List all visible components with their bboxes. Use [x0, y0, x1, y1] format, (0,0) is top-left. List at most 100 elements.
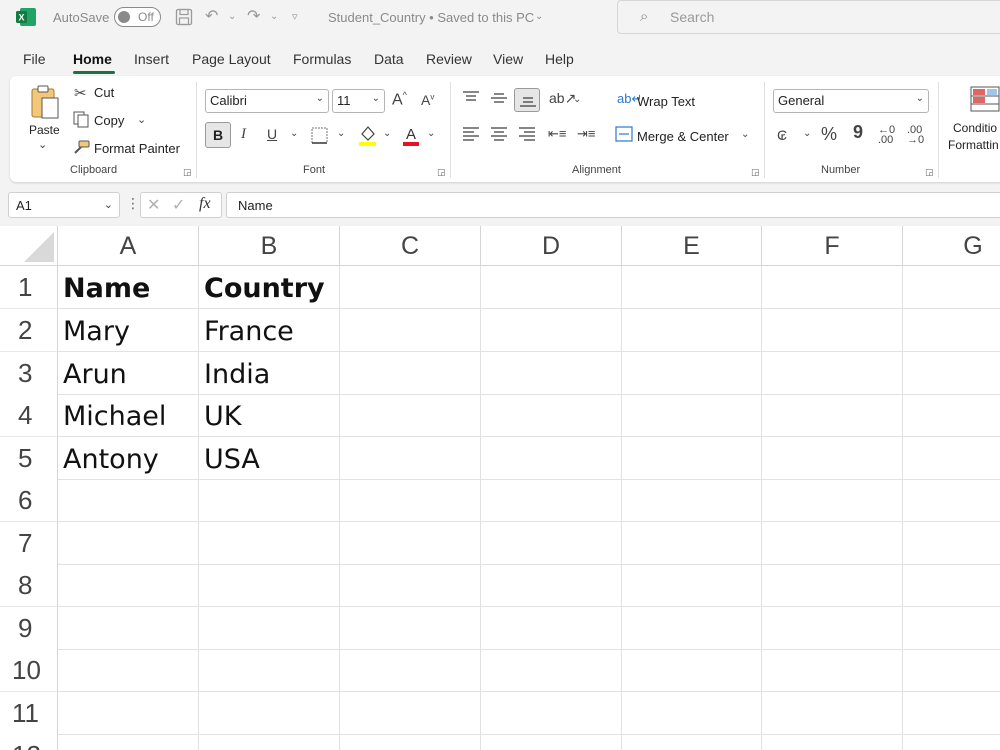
- tab-home[interactable]: Home: [73, 51, 112, 67]
- cell-a5[interactable]: Antony: [58, 437, 199, 480]
- cell-d1[interactable]: [481, 266, 622, 309]
- formula-input[interactable]: Name: [226, 192, 1000, 218]
- cell-f7[interactable]: [762, 522, 903, 565]
- cell-b3[interactable]: India: [199, 352, 340, 395]
- cell-f11[interactable]: [762, 692, 903, 735]
- format-painter-icon[interactable]: [72, 139, 91, 155]
- cell-c7[interactable]: [340, 522, 481, 565]
- row-header-4[interactable]: 4: [0, 394, 58, 437]
- cell-e5[interactable]: [622, 437, 762, 480]
- cell-a2[interactable]: Mary: [58, 309, 199, 352]
- decrease-font-size-icon[interactable]: Av: [421, 92, 434, 108]
- cut-button[interactable]: Cut: [94, 85, 114, 100]
- borders-dropdown-icon[interactable]: ⌄: [337, 128, 345, 139]
- cell-a7[interactable]: [58, 522, 199, 565]
- number-launcher-icon[interactable]: ◲: [925, 167, 934, 178]
- row-header-11[interactable]: 11: [0, 692, 58, 735]
- cell-e9[interactable]: [622, 607, 762, 650]
- row-header-9[interactable]: 9: [0, 607, 58, 650]
- cell-b4[interactable]: UK: [199, 394, 340, 437]
- cell-a3[interactable]: Arun: [58, 352, 199, 395]
- cell-a10[interactable]: [58, 649, 199, 692]
- cell-a6[interactable]: [58, 479, 199, 522]
- cell-e6[interactable]: [622, 479, 762, 522]
- italic-button[interactable]: I: [241, 126, 246, 143]
- orientation-dropdown-icon[interactable]: ⌄: [573, 94, 581, 105]
- cell-d10[interactable]: [481, 649, 622, 692]
- underline-dropdown-icon[interactable]: ⌄: [290, 128, 298, 139]
- enter-icon[interactable]: ✓: [172, 195, 185, 215]
- tab-insert[interactable]: Insert: [134, 51, 169, 67]
- align-right-icon[interactable]: [518, 127, 536, 141]
- tab-data[interactable]: Data: [374, 51, 404, 67]
- row-header-3[interactable]: 3: [0, 352, 58, 395]
- conditional-formatting-label-1[interactable]: Conditio: [953, 121, 997, 135]
- cell-b12[interactable]: [199, 734, 340, 750]
- borders-icon[interactable]: [311, 127, 328, 144]
- cell-c5[interactable]: [340, 437, 481, 480]
- redo-dropdown-icon[interactable]: ⌄: [270, 11, 278, 22]
- top-align-icon[interactable]: [462, 91, 480, 105]
- select-all-button[interactable]: [0, 226, 58, 266]
- merge-center-icon[interactable]: [615, 126, 633, 142]
- cell-d11[interactable]: [481, 692, 622, 735]
- conditional-formatting-icon[interactable]: [970, 86, 1000, 112]
- font-launcher-icon[interactable]: ◲: [437, 167, 446, 178]
- column-header-a[interactable]: A: [58, 226, 199, 266]
- cell-f5[interactable]: [762, 437, 903, 480]
- bold-button[interactable]: B: [205, 122, 231, 148]
- cell-b10[interactable]: [199, 649, 340, 692]
- fill-color-dropdown-icon[interactable]: ⌄: [383, 128, 391, 139]
- bottom-align-button[interactable]: [514, 88, 540, 112]
- undo-dropdown-icon[interactable]: ⌄: [228, 11, 236, 22]
- cell-g7[interactable]: [903, 522, 1000, 565]
- cell-d9[interactable]: [481, 607, 622, 650]
- font-size-combo[interactable]: 11 ⌄: [332, 89, 385, 113]
- tab-review[interactable]: Review: [426, 51, 472, 67]
- undo-icon[interactable]: ↶: [205, 6, 218, 26]
- tab-formulas[interactable]: Formulas: [293, 51, 351, 67]
- tab-help[interactable]: Help: [545, 51, 574, 67]
- cell-c6[interactable]: [340, 479, 481, 522]
- tab-file[interactable]: File: [23, 51, 46, 67]
- cell-a8[interactable]: [58, 564, 199, 607]
- column-header-e[interactable]: E: [622, 226, 762, 266]
- cell-e3[interactable]: [622, 352, 762, 395]
- cell-c12[interactable]: [340, 734, 481, 750]
- cell-b9[interactable]: [199, 607, 340, 650]
- insert-function-icon[interactable]: fx: [199, 195, 211, 213]
- cell-b2[interactable]: France: [199, 309, 340, 352]
- cell-d5[interactable]: [481, 437, 622, 480]
- decrease-decimal-icon[interactable]: .00 →0: [907, 125, 924, 146]
- name-box[interactable]: A1 ⌄: [8, 192, 120, 218]
- cell-a1[interactable]: Name: [58, 266, 199, 309]
- font-name-combo[interactable]: Calibri ⌄: [205, 89, 329, 113]
- cell-e8[interactable]: [622, 564, 762, 607]
- merge-center-button[interactable]: Merge & Center: [637, 129, 729, 144]
- cell-f4[interactable]: [762, 394, 903, 437]
- title-dropdown-icon[interactable]: ⌄: [535, 11, 543, 22]
- middle-align-icon[interactable]: [490, 91, 508, 105]
- redo-icon[interactable]: ↷: [247, 6, 260, 26]
- cell-e11[interactable]: [622, 692, 762, 735]
- cell-g6[interactable]: [903, 479, 1000, 522]
- align-center-icon[interactable]: [490, 127, 508, 141]
- clipboard-launcher-icon[interactable]: ◲: [183, 167, 192, 178]
- copy-icon[interactable]: [73, 111, 90, 128]
- cell-f12[interactable]: [762, 734, 903, 750]
- cell-d12[interactable]: [481, 734, 622, 750]
- cell-f6[interactable]: [762, 479, 903, 522]
- column-header-f[interactable]: F: [762, 226, 903, 266]
- cut-icon[interactable]: ✂: [74, 84, 87, 102]
- cell-d4[interactable]: [481, 394, 622, 437]
- cell-d6[interactable]: [481, 479, 622, 522]
- row-header-6[interactable]: 6: [0, 479, 58, 522]
- cell-f9[interactable]: [762, 607, 903, 650]
- fill-color-icon[interactable]: [358, 124, 377, 146]
- row-header-5[interactable]: 5: [0, 437, 58, 480]
- increase-font-size-icon[interactable]: A^: [392, 90, 407, 109]
- cell-c4[interactable]: [340, 394, 481, 437]
- cell-f2[interactable]: [762, 309, 903, 352]
- wrap-text-button[interactable]: Wrap Text: [637, 94, 695, 109]
- cell-c10[interactable]: [340, 649, 481, 692]
